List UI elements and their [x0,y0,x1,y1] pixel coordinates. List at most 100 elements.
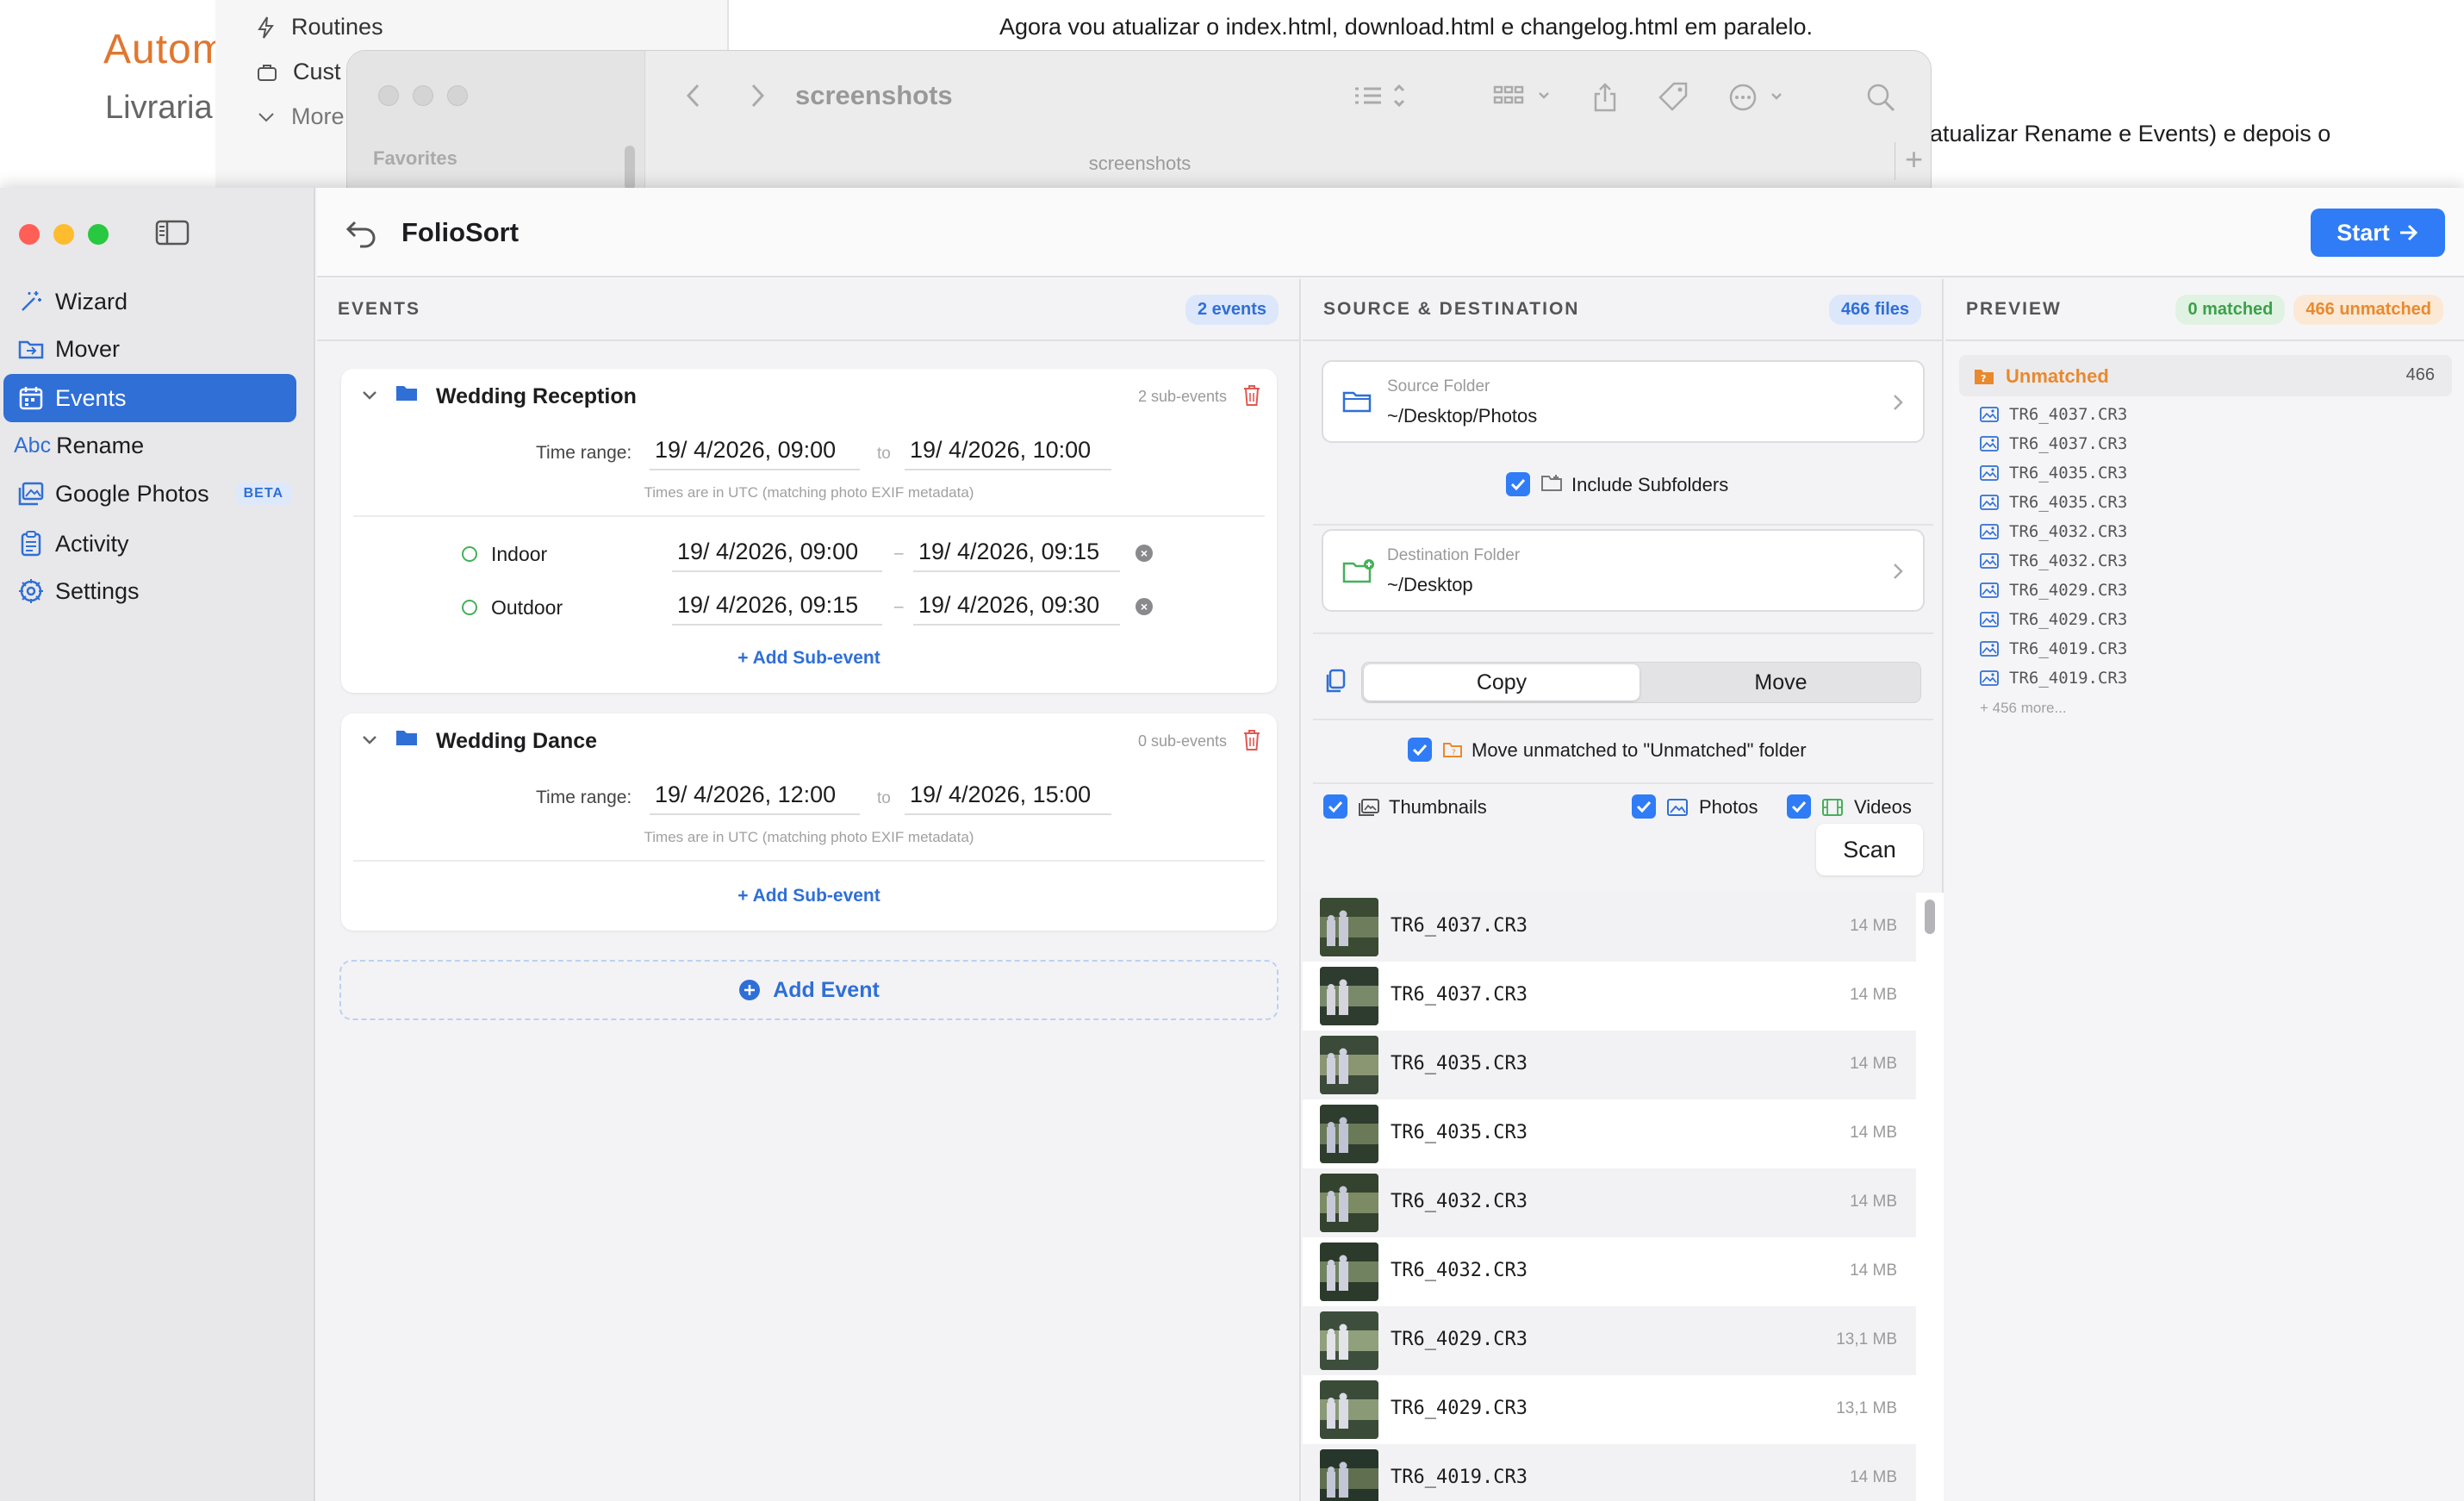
chevron-down-icon[interactable] [360,731,379,750]
file-row[interactable]: TR6_4037.CR3 14 MB [1303,893,1916,962]
more-options-icon[interactable] [1727,82,1789,113]
file-row[interactable]: TR6_4019.CR3 14 MB [1303,1444,1916,1501]
file-row[interactable]: TR6_4029.CR3 13,1 MB [1303,1375,1916,1444]
sidebar-item-wizard[interactable]: Wizard [3,277,296,326]
add-event-button[interactable]: Add Event [339,960,1279,1020]
include-subfolders-checkbox[interactable] [1506,472,1530,496]
file-row[interactable]: TR6_4032.CR3 14 MB [1303,1237,1916,1306]
move-unmatched-checkbox[interactable] [1408,738,1432,762]
sub-event-name[interactable]: Indoor [491,543,547,566]
thumbnails-checkbox[interactable] [1323,794,1347,819]
finder-zoom-button[interactable] [447,85,468,106]
preview-file-name: TR6_4029.CR3 [2009,610,2128,629]
end-date-input[interactable]: 19/ 4/2026, 15:00 [905,777,1111,815]
tag-icon[interactable] [1657,82,1691,113]
sub-end-date-input[interactable]: 19/ 4/2026, 09:30 [913,588,1120,626]
file-name: TR6_4035.CR3 [1391,1122,1528,1143]
sidebar-item-rename[interactable]: Abc Rename [3,421,296,470]
destination-folder-picker[interactable]: Destination Folder ~/Desktop [1322,529,1925,612]
search-icon[interactable] [1865,82,1896,113]
start-date-input[interactable]: 19/ 4/2026, 12:00 [650,777,860,815]
preview-file-row[interactable]: TR6_4019.CR3 [1980,639,2127,658]
file-row[interactable]: TR6_4032.CR3 14 MB [1303,1168,1916,1237]
include-subfolders-label: Include Subfolders [1571,474,1729,495]
trash-icon[interactable] [1242,384,1261,407]
finder-new-tab-button[interactable]: + [1895,142,1931,180]
file-row[interactable]: TR6_4035.CR3 14 MB [1303,1031,1916,1099]
undo-icon[interactable] [345,217,379,248]
back-icon[interactable] [685,82,702,109]
preview-file-row[interactable]: TR6_4029.CR3 [1980,610,2127,629]
utc-note: Times are in UTC (matching photo EXIF me… [644,484,974,501]
preview-file-row[interactable]: TR6_4037.CR3 [1980,434,2127,453]
minimize-button[interactable] [53,224,74,245]
sidebar-item-google-photos[interactable]: Google Photos BETA [3,470,296,518]
end-date-input[interactable]: 19/ 4/2026, 10:00 [905,433,1111,470]
file-row[interactable]: TR6_4029.CR3 13,1 MB [1303,1306,1916,1375]
add-sub-event-button[interactable]: + Add Sub-event [341,648,1277,669]
background-sidebar-item[interactable]: Routines [257,14,383,40]
photo-thumbnail [1320,898,1378,956]
file-size: 14 MB [1850,1124,1897,1142]
chevron-down-icon [257,111,276,123]
preview-file-row[interactable]: TR6_4037.CR3 [1980,405,2127,424]
sub-event-count: 2 sub-events [1137,388,1227,405]
event-card: Wedding Reception 2 sub-events Time rang… [341,369,1277,693]
share-icon[interactable] [1591,82,1619,113]
sidebar-item-events[interactable]: Events [3,374,296,422]
file-row[interactable]: TR6_4035.CR3 14 MB [1303,1099,1916,1168]
forward-icon[interactable] [749,82,766,109]
start-date-input[interactable]: 19/ 4/2026, 09:00 [650,433,860,470]
sub-start-date-input[interactable]: 19/ 4/2026, 09:15 [672,588,882,626]
copy-option[interactable]: Copy [1364,664,1640,701]
sidebar-toggle-icon[interactable] [155,219,190,246]
start-button[interactable]: Start [2311,209,2445,257]
preview-file-row[interactable]: TR6_4019.CR3 [1980,669,2127,688]
image-file-icon [1980,524,1999,539]
destination-folder-label: Destination Folder [1387,546,1521,564]
file-size: 14 MB [1850,1468,1897,1486]
finder-close-button[interactable] [378,85,399,106]
sub-event-name[interactable]: Outdoor [491,596,563,620]
photos-checkbox[interactable] [1632,794,1656,819]
file-row[interactable]: TR6_4037.CR3 14 MB [1303,962,1916,1031]
folder-icon [1342,389,1372,414]
event-name[interactable]: Wedding Dance [436,729,597,754]
sidebar-item-mover[interactable]: Mover [3,325,296,373]
sub-start-date-input[interactable]: 19/ 4/2026, 09:00 [672,534,882,572]
trash-icon[interactable] [1242,729,1261,751]
remove-sub-event-icon[interactable]: × [1136,598,1153,615]
add-sub-event-button[interactable]: + Add Sub-event [341,886,1277,906]
preview-file-name: TR6_4019.CR3 [2009,639,2128,658]
file-list-scrollbar[interactable] [1925,900,1935,934]
image-file-icon [1980,436,1999,452]
zoom-button[interactable] [88,224,109,245]
unmatched-folder-row[interactable]: ? Unmatched 466 [1959,355,2452,396]
sidebar-item-settings[interactable]: Settings [3,567,296,615]
background-doc-text: atualizar Rename e Events) e depois o [1930,121,2331,146]
list-view-icon[interactable] [1352,82,1407,109]
scan-button[interactable]: Scan [1816,824,1923,875]
preview-file-row[interactable]: TR6_4032.CR3 [1980,522,2127,541]
file-list[interactable]: TR6_4037.CR3 14 MB TR6_4037.CR3 14 MB TR6_40… [1303,893,1944,1501]
file-size: 13,1 MB [1836,1330,1897,1348]
to-label: to [877,789,891,807]
grid-view-icon[interactable] [1493,82,1555,109]
preview-file-row[interactable]: TR6_4035.CR3 [1980,464,2127,483]
preview-file-row[interactable]: TR6_4029.CR3 [1980,581,2127,600]
close-button[interactable] [19,224,40,245]
preview-file-row[interactable]: TR6_4032.CR3 [1980,551,2127,570]
move-option[interactable]: Move [1643,664,1919,701]
finder-minimize-button[interactable] [413,85,433,106]
remove-sub-event-icon[interactable]: × [1136,545,1153,562]
background-sidebar-item[interactable]: More [257,103,345,130]
preview-file-row[interactable]: TR6_4035.CR3 [1980,493,2127,512]
videos-checkbox[interactable] [1787,794,1811,819]
event-name[interactable]: Wedding Reception [436,384,637,409]
background-sidebar-item[interactable]: Cust [257,59,341,85]
sidebar-item-activity[interactable]: Activity [3,520,296,568]
source-folder-picker[interactable]: Source Folder ~/Desktop/Photos [1322,360,1925,443]
svg-text:?: ? [1981,373,1986,384]
sub-end-date-input[interactable]: 19/ 4/2026, 09:15 [913,534,1120,572]
chevron-down-icon[interactable] [360,386,379,405]
